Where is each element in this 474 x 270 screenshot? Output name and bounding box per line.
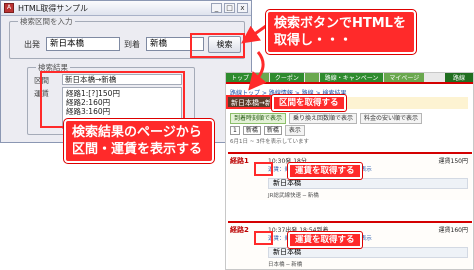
fare-label: 運賃 — [34, 89, 49, 98]
window-controls: _ □ x — [211, 3, 248, 13]
window-title: HTML取得サンプル — [18, 3, 89, 13]
search-button[interactable]: 検索 — [208, 36, 241, 53]
filter-select[interactable]: 新橋 — [263, 126, 282, 135]
callout-text: 検索ボタンでHTMLを 取得し・・・ — [274, 16, 406, 48]
filter-select[interactable]: 1 — [230, 126, 240, 135]
callout-show-result: 検索結果のページから 区間・運賃を表示する — [64, 119, 214, 163]
from-station-input[interactable]: 新日本橋 — [46, 37, 120, 51]
search-group: 検索区間を入力 出発 新日本橋 到着 新橋 検索 — [9, 16, 245, 59]
nav-tab-campaign[interactable]: 路線・キャンペーン — [319, 73, 384, 82]
display-button[interactable]: 表示 — [284, 125, 305, 136]
fare-line: 経路3:160円 — [66, 107, 111, 116]
sort-fare-button[interactable]: 料金の安い順で表示 — [360, 113, 423, 124]
result-group-title: 検索結果 — [36, 62, 70, 73]
nav-tab[interactable] — [255, 73, 269, 82]
close-button[interactable]: x — [237, 3, 248, 13]
search-group-title: 検索区間を入力 — [18, 16, 75, 27]
tag-route: 区間を取得する — [272, 95, 346, 111]
fare-line: 経路1:[?]150円 — [66, 89, 120, 98]
route-name: 経路1 — [230, 157, 249, 165]
station-name: 新日本橋 — [268, 178, 468, 189]
route-pay: 運賃160円 — [438, 227, 468, 234]
station-name: 新日本橋 — [268, 247, 468, 258]
window-titlebar[interactable]: A HTML取得サンプル _ □ x — [1, 1, 251, 16]
result-count: 6月1日 ~ 3件を表示しています — [230, 139, 309, 145]
route-label: 区間 — [34, 76, 49, 85]
to-label: 到着 — [124, 40, 140, 49]
maximize-button[interactable]: □ — [224, 3, 235, 13]
site-nav: トップ クーポン 路線・キャンペーン マイページ 路線 — [226, 73, 473, 84]
from-label: 出発 — [24, 40, 40, 49]
nav-tab-top[interactable]: トップ — [226, 73, 255, 82]
filter-select[interactable]: 新橋 — [242, 126, 261, 135]
to-station-input[interactable]: 新橋 — [146, 37, 204, 51]
sort-arrival-button[interactable]: 到着時刻順で表示 — [230, 113, 287, 124]
route-name: 経路2 — [230, 226, 249, 234]
fare-line: 経路2:160円 — [66, 98, 111, 107]
sort-options: 到着時刻順で表示 乗り換え回数順で表示 料金の安い順で表示 — [230, 113, 423, 124]
nav-tab-mypage[interactable]: マイページ — [384, 73, 425, 82]
access-app-icon: A — [4, 3, 14, 13]
route-sub: JR総武線快速 ─ 新橋 — [268, 193, 319, 199]
route-sub: 日本橋 ─ 新橋 — [268, 262, 303, 268]
route-result-field[interactable]: 新日本橋→新橋 — [62, 74, 182, 85]
tag-fare-2: 運賃を取得する — [288, 232, 362, 248]
nav-tab-coupon[interactable]: クーポン — [269, 73, 304, 82]
nav-tab[interactable] — [304, 73, 319, 82]
minimize-button[interactable]: _ — [211, 3, 222, 13]
sort-transfers-button[interactable]: 乗り換え回数順で表示 — [289, 113, 358, 124]
callout-get-html: 検索ボタンでHTMLを 取得し・・・ — [266, 10, 416, 54]
nav-tab-transit[interactable]: 路線 — [444, 73, 473, 82]
tag-fare-1: 運賃を取得する — [288, 163, 362, 179]
filter-row: 1 新橋 新橋 表示 — [230, 125, 305, 136]
route-pay: 運賃150円 — [438, 158, 468, 165]
callout-text: 検索結果のページから 区間・運賃を表示する — [72, 125, 203, 157]
